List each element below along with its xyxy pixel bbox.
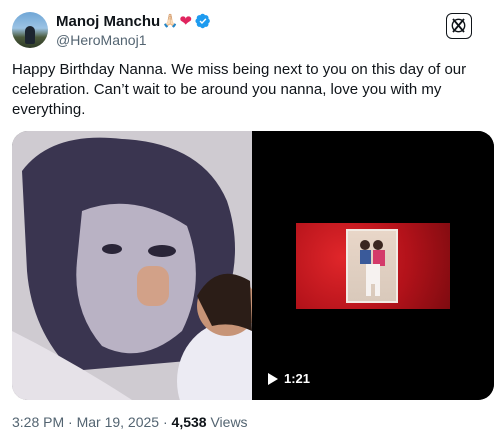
video-play-control[interactable]: 1:21	[268, 371, 310, 386]
tweet-timestamp[interactable]: 3:28 PM · Mar 19, 2025 ·	[12, 414, 172, 430]
x-logo-icon[interactable]	[446, 13, 472, 39]
video-duration: 1:21	[284, 371, 311, 386]
avatar[interactable]	[12, 12, 48, 48]
folded-hands-emoji-icon: 🙏🏻	[162, 13, 179, 29]
tweet-meta: 3:28 PM · Mar 19, 2025 · 4,538 Views	[12, 414, 248, 430]
views-count: 4,538	[171, 414, 207, 430]
tweet-text: Happy Birthday Nanna. We miss being next…	[12, 61, 467, 118]
media-video-right[interactable]: 1:21	[254, 131, 494, 400]
author-name-row: Manoj Manchu 🙏🏻 ❤	[56, 12, 211, 30]
author-handle[interactable]: @HeroManoj1	[56, 32, 146, 48]
portrait-photo-illustration	[12, 131, 252, 400]
heart-emoji-icon: ❤	[179, 12, 192, 30]
x-logo-glyph-icon	[451, 18, 466, 33]
video-thumbnail-figures	[360, 240, 385, 296]
avatar-figure	[25, 26, 35, 44]
media-grid: 1:21	[12, 131, 494, 400]
views-label: Views	[206, 414, 248, 430]
tweet-card: Manoj Manchu 🙏🏻 ❤ @HeroManoj1 Happy Birt…	[0, 0, 500, 441]
play-icon	[268, 372, 278, 385]
video-thumbnail-photo	[346, 229, 398, 303]
verified-badge-icon	[195, 13, 210, 29]
media-photo-left[interactable]	[12, 131, 252, 400]
author-display-name[interactable]: Manoj Manchu	[56, 13, 160, 30]
video-thumbnail	[296, 223, 450, 309]
